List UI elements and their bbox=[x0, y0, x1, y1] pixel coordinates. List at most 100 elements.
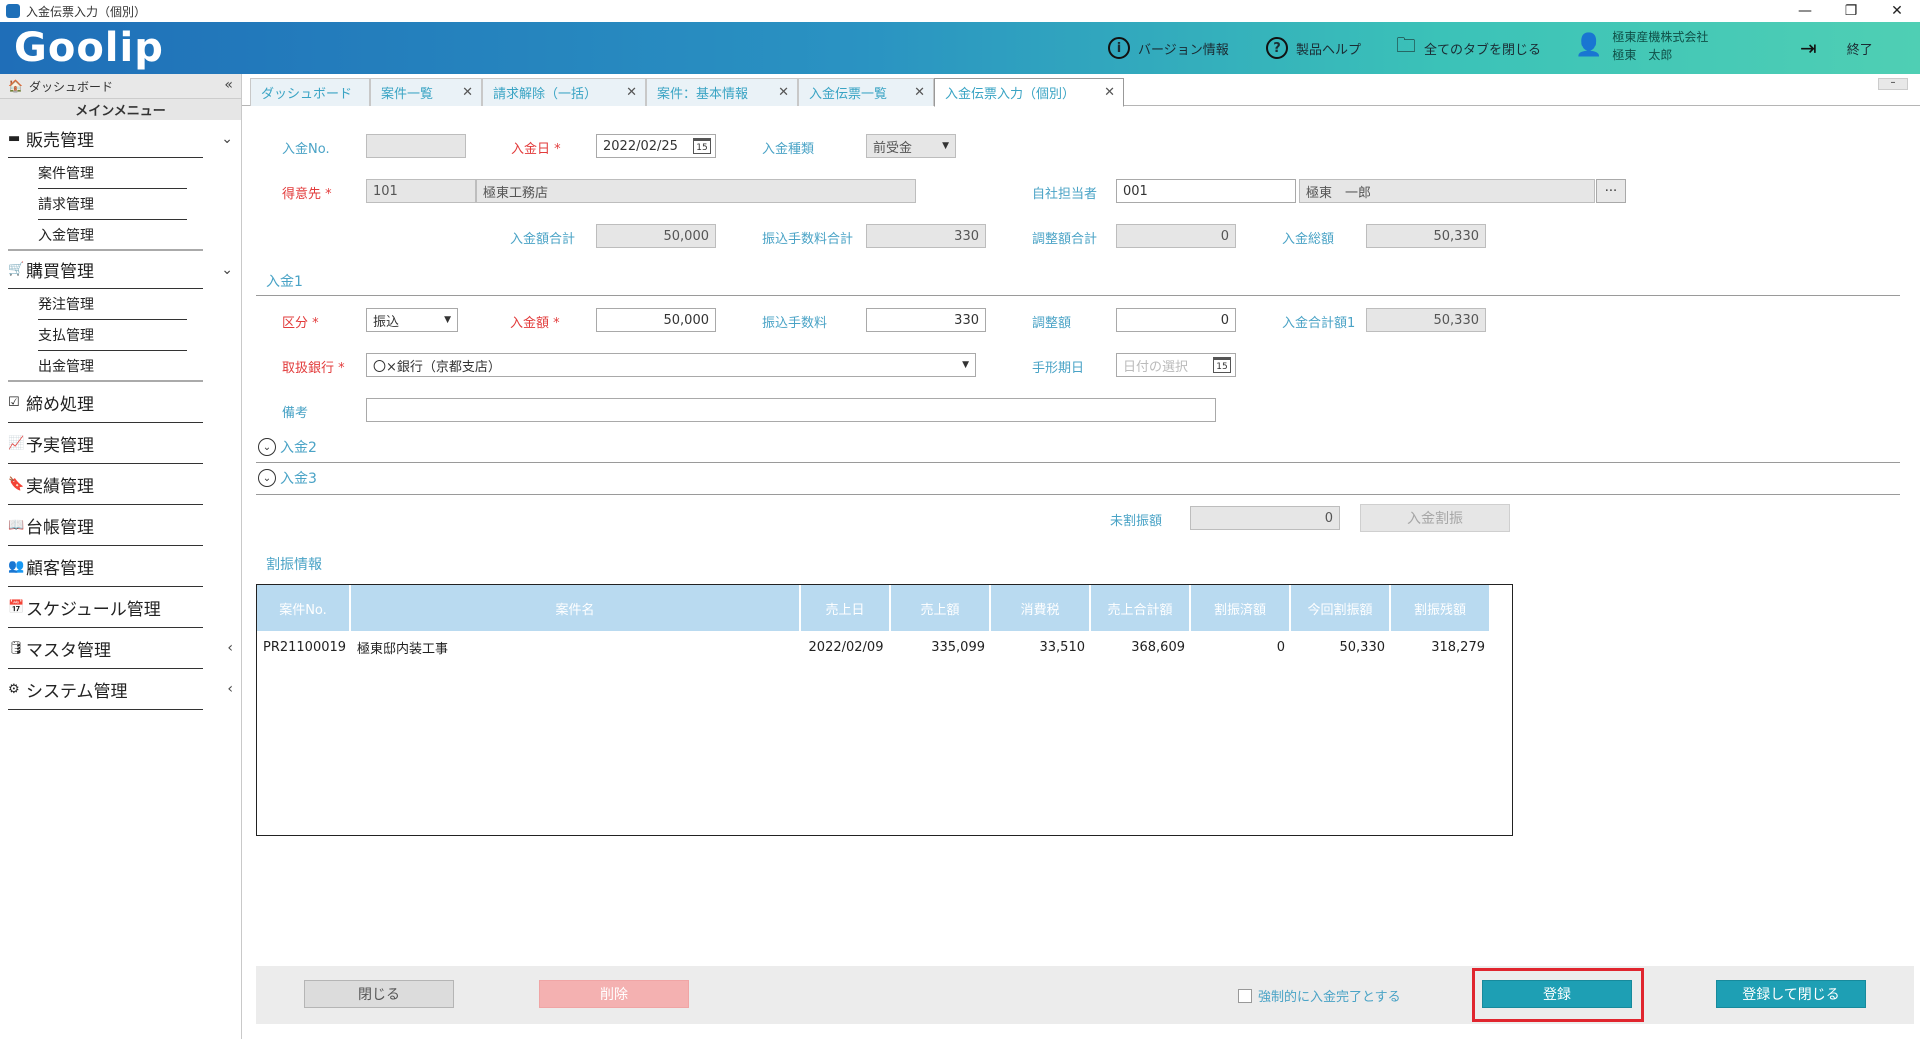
sidebar-item-anken[interactable]: 案件管理 bbox=[38, 158, 187, 189]
col-tax[interactable]: 消費税 bbox=[991, 585, 1091, 631]
home-icon: 🏠 bbox=[8, 79, 23, 93]
delete-button[interactable]: 削除 bbox=[539, 980, 689, 1008]
sidebar-item-shukkin[interactable]: 出金管理 bbox=[8, 351, 203, 382]
allocation-table: 案件No. 案件名 売上日 売上額 消費税 売上合計額 割振済額 今回割振額 割… bbox=[256, 584, 1513, 836]
register-close-button[interactable]: 登録して閉じる bbox=[1716, 980, 1866, 1008]
adj-field[interactable]: 0 bbox=[1116, 308, 1236, 332]
close-button[interactable]: 閉じる bbox=[304, 980, 454, 1008]
app-icon bbox=[6, 4, 20, 18]
close-tab-icon[interactable]: ✕ bbox=[778, 85, 789, 100]
sidebar-group-system[interactable]: ⚙ システム管理 ‹ bbox=[8, 669, 233, 710]
sidebar-group-master[interactable]: 🛢 マスタ管理 ‹ bbox=[8, 628, 233, 669]
biko-label: 備考 bbox=[282, 406, 309, 421]
sidebar-group-kokyaku[interactable]: 👥 顧客管理 bbox=[8, 546, 203, 587]
minimize-panel-button[interactable]: – bbox=[1878, 78, 1908, 90]
sidebar-group-shime[interactable]: ☑ 締め処理 bbox=[8, 382, 203, 423]
col-remaining[interactable]: 割振残額 bbox=[1391, 585, 1491, 631]
bank-select[interactable]: 〇×銀行（京都支店） ▼ bbox=[366, 353, 976, 377]
cell-tax: 33,510 bbox=[1039, 639, 1086, 655]
table-header: 案件No. 案件名 売上日 売上額 消費税 売上合計額 割振済額 今回割振額 割… bbox=[257, 585, 1491, 631]
fee-field[interactable]: 330 bbox=[866, 308, 986, 332]
tab-dashboard[interactable]: ダッシュボード bbox=[250, 78, 370, 106]
exit-button[interactable]: ⇥ 終了 bbox=[1800, 22, 1873, 74]
sidebar-group-yojitsu[interactable]: 📈 予実管理 bbox=[8, 423, 203, 464]
col-anken-no[interactable]: 案件No. bbox=[257, 585, 351, 631]
collapse-sidebar-icon[interactable]: « bbox=[224, 77, 233, 93]
gear-icon: ⚙ bbox=[8, 681, 20, 697]
section-nyukin3-toggle[interactable]: ⌄ 入金3 bbox=[258, 468, 317, 488]
allocate-button[interactable]: 入金割振 bbox=[1360, 504, 1510, 532]
restore-button[interactable]: ❐ bbox=[1828, 0, 1874, 22]
cart-icon: 🛒 bbox=[8, 262, 25, 277]
close-tab-icon[interactable]: ✕ bbox=[1104, 85, 1115, 100]
biko-field[interactable] bbox=[366, 398, 1216, 422]
tab-nyukin-list[interactable]: 入金伝票一覧 ✕ bbox=[798, 78, 934, 106]
tanto-name-field[interactable]: 極東 一郎 bbox=[1299, 179, 1595, 203]
minimize-button[interactable]: — bbox=[1782, 0, 1828, 22]
window-titlebar: 入金伝票入力（個別） — ❐ ✕ bbox=[0, 0, 1920, 22]
amount-label: 入金額 * bbox=[510, 316, 560, 331]
calendar-icon[interactable]: 15 bbox=[1213, 357, 1231, 373]
col-allocated[interactable]: 割振済額 bbox=[1191, 585, 1291, 631]
nyukin-type-label: 入金種類 bbox=[762, 142, 815, 157]
close-all-tabs-link[interactable]: 🗀 全てのタブを閉じる bbox=[1396, 22, 1541, 74]
footer-bar bbox=[256, 966, 1914, 1024]
dropdown-arrow-icon: ▼ bbox=[962, 360, 969, 370]
checkbox-box[interactable] bbox=[1238, 988, 1252, 1003]
col-current-allocation[interactable]: 今回割振額 bbox=[1291, 585, 1391, 631]
col-anken-name[interactable]: 案件名 bbox=[351, 585, 801, 631]
calendar-icon[interactable]: 15 bbox=[693, 138, 711, 154]
register-button[interactable]: 登録 bbox=[1482, 980, 1632, 1008]
col-sales-date[interactable]: 売上日 bbox=[801, 585, 891, 631]
tab-anken-info[interactable]: 案件：基本情報 ✕ bbox=[646, 78, 798, 106]
book-icon: 📖 bbox=[8, 517, 25, 533]
section-divider bbox=[256, 462, 1900, 463]
force-complete-checkbox[interactable]: 強制的に入金完了とする bbox=[1238, 986, 1401, 1005]
nyukin-type-select[interactable]: 前受金 ▼ bbox=[866, 134, 956, 158]
amount-field[interactable]: 50,000 bbox=[596, 308, 716, 332]
tokuisaki-name-field[interactable]: 極東工務店 bbox=[476, 179, 916, 203]
company-name: 極東産機株式会社 bbox=[1612, 30, 1709, 44]
sidebar-group-purchase[interactable]: 🛒 購買管理 ⌄ bbox=[8, 251, 233, 289]
folder-icon: 🗀 bbox=[1396, 33, 1416, 57]
nyukin-no-field[interactable] bbox=[366, 134, 466, 158]
close-window-button[interactable]: ✕ bbox=[1874, 0, 1920, 22]
sidebar-group-jisseki[interactable]: 🔖 実績管理 bbox=[8, 464, 203, 505]
subtotal-label: 入金合計額1 bbox=[1282, 316, 1356, 331]
tegata-date-field[interactable]: 日付の選択 15 bbox=[1116, 353, 1236, 377]
tanto-code-field[interactable]: 001 bbox=[1116, 179, 1296, 203]
mifuri-label: 未割振額 bbox=[1110, 514, 1163, 529]
sidebar-dashboard[interactable]: 🏠 ダッシュボード bbox=[0, 74, 241, 98]
sidebar-item-hacchu[interactable]: 発注管理 bbox=[38, 289, 187, 320]
version-info-link[interactable]: i バージョン情報 bbox=[1108, 22, 1229, 74]
tanto-search-button[interactable]: ··· bbox=[1596, 179, 1626, 203]
grand-total-field: 50,330 bbox=[1366, 224, 1486, 248]
close-tab-icon[interactable]: ✕ bbox=[626, 85, 637, 100]
tab-anken-list[interactable]: 案件一覧 ✕ bbox=[370, 78, 482, 106]
product-help-link[interactable]: ? 製品ヘルプ bbox=[1266, 22, 1361, 74]
tokuisaki-code-field[interactable]: 101 bbox=[366, 179, 476, 203]
fee-label: 振込手数料 bbox=[762, 316, 828, 331]
cell-current-allocation[interactable]: 50,330 bbox=[1291, 633, 1391, 661]
form-panel: 入金No. 入金日 * 2022/02/25 15 入金種類 前受金 ▼ 得意先 … bbox=[242, 106, 1920, 1039]
sidebar-item-nyukin[interactable]: 入金管理 bbox=[8, 220, 203, 251]
close-tab-icon[interactable]: ✕ bbox=[462, 85, 473, 100]
kubun-label: 区分 * bbox=[282, 316, 319, 331]
close-tab-icon[interactable]: ✕ bbox=[914, 85, 925, 100]
sidebar-group-schedule[interactable]: 📅 スケジュール管理 bbox=[8, 587, 203, 628]
tab-seikyu-kaijo[interactable]: 請求解除（一括） ✕ bbox=[482, 78, 646, 106]
col-sales-total[interactable]: 売上合計額 bbox=[1091, 585, 1191, 631]
table-row[interactable]: PR21100019 極東邸内装工事 2022/02/09 335,099 33… bbox=[257, 633, 1491, 661]
tab-nyukin-input[interactable]: 入金伝票入力（個別） ✕ bbox=[934, 78, 1124, 107]
grand-total-label: 入金総額 bbox=[1282, 232, 1335, 247]
sidebar-item-seikyu[interactable]: 請求管理 bbox=[38, 189, 187, 220]
section-nyukin2-toggle[interactable]: ⌄ 入金2 bbox=[258, 437, 317, 457]
adj-label: 調整額 bbox=[1032, 316, 1072, 331]
col-sales-amount[interactable]: 売上額 bbox=[891, 585, 991, 631]
sidebar-group-daicho[interactable]: 📖 台帳管理 bbox=[8, 505, 203, 546]
sidebar-group-sales[interactable]: ▬ 販売管理 ⌄ bbox=[8, 120, 233, 158]
mifuri-field: 0 bbox=[1190, 506, 1340, 530]
kubun-select[interactable]: 振込 ▼ bbox=[366, 308, 458, 332]
sidebar-item-shiharai[interactable]: 支払管理 bbox=[38, 320, 187, 351]
nyukin-date-field[interactable]: 2022/02/25 15 bbox=[596, 134, 716, 158]
